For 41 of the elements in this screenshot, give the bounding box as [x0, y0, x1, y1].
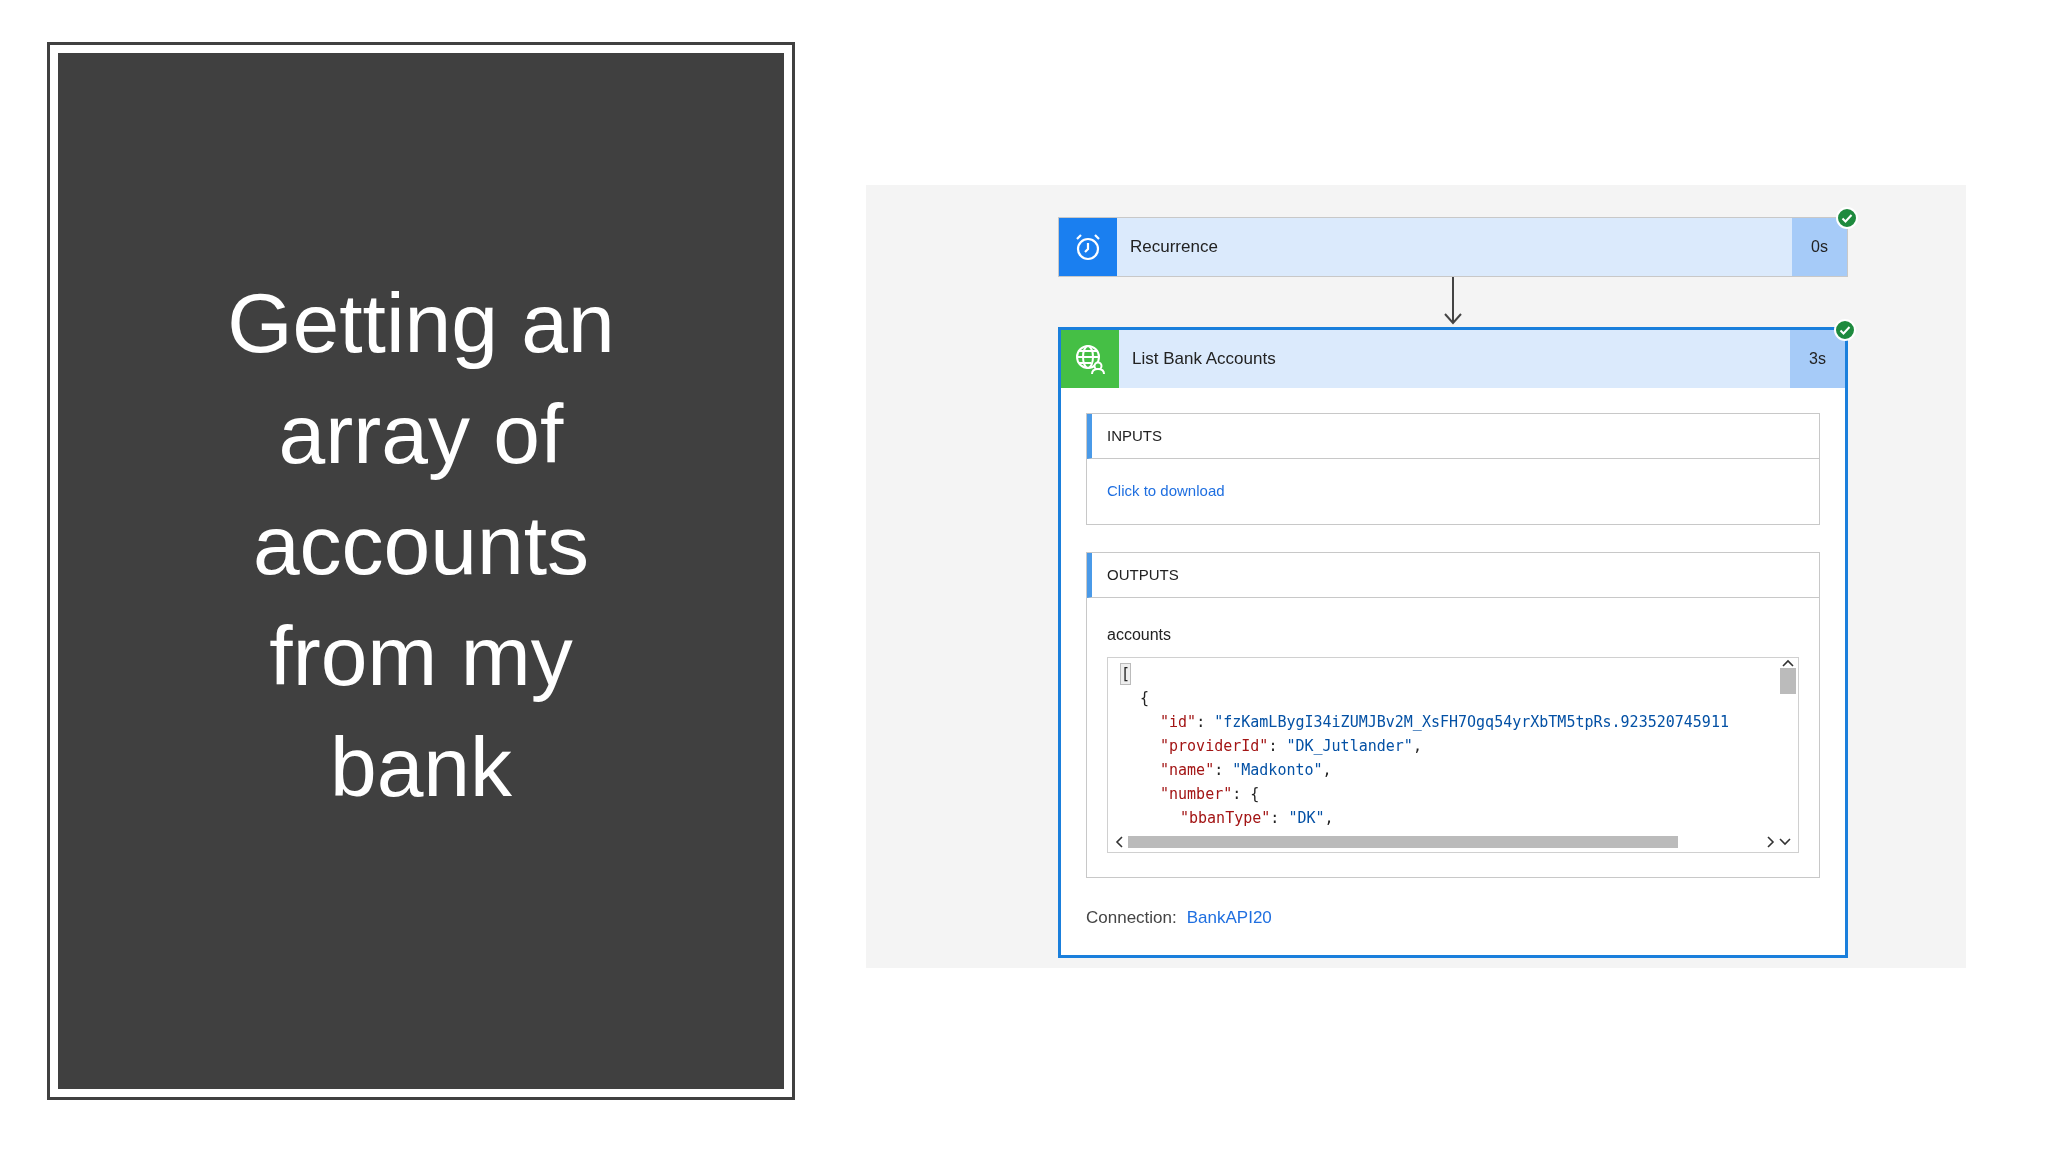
download-link[interactable]: Click to download — [1107, 480, 1225, 503]
scroll-left-icon[interactable] — [1114, 835, 1124, 849]
scroll-right-icon[interactable] — [1766, 835, 1776, 849]
section-heading: INPUTS — [1107, 425, 1162, 446]
code-token: : — [1268, 736, 1279, 756]
duration-badge: 3s — [1790, 330, 1845, 388]
section-heading: OUTPUTS — [1107, 564, 1179, 585]
code-token: : — [1214, 760, 1225, 780]
code-token: "name" — [1160, 760, 1215, 780]
slide-title: Getting an array of accounts from my bank — [226, 275, 616, 816]
step-header[interactable]: Recurrence 0s — [1059, 218, 1847, 276]
code-token: [ — [1120, 663, 1132, 685]
code-token: , — [1322, 760, 1332, 780]
connection-label: Connection: — [1086, 907, 1177, 929]
code-token: "providerId" — [1160, 736, 1269, 756]
field-label: accounts — [1107, 625, 1173, 645]
step-header[interactable]: List Bank Accounts 3s — [1061, 330, 1845, 388]
code-token: "Madkonto" — [1232, 760, 1323, 780]
duration-badge: 0s — [1792, 218, 1847, 276]
code-token: : { — [1232, 784, 1260, 804]
code-token: : — [1270, 808, 1281, 828]
code-token: "DK_Jutlander" — [1286, 736, 1413, 756]
globe-user-icon — [1061, 330, 1119, 388]
code-token: , — [1412, 736, 1422, 756]
code-token: "fzKamLBygI34iZUMJBv2M_XsFH7Ogq54yrXbTM5tpRs.923520745911 — [1214, 712, 1729, 732]
code-token: "id" — [1160, 712, 1197, 732]
step-title: List Bank Accounts — [1132, 348, 1277, 371]
code-token: : — [1196, 712, 1207, 732]
step-title: Recurrence — [1130, 236, 1219, 259]
connection-link[interactable]: BankAPI20 — [1186, 905, 1272, 931]
code-token: { — [1140, 688, 1150, 708]
scrollbar-thumb[interactable] — [1128, 836, 1678, 848]
scrollbar-thumb[interactable] — [1780, 668, 1796, 694]
scroll-down-icon[interactable] — [1778, 837, 1792, 847]
code-token: "number" — [1160, 784, 1233, 804]
alarm-clock-icon — [1059, 218, 1117, 276]
code-token: , — [1324, 808, 1334, 828]
scroll-up-icon[interactable] — [1781, 658, 1795, 668]
code-token: "bbanType" — [1180, 808, 1271, 828]
code-token: "DK" — [1288, 808, 1325, 828]
connector-arrow — [1443, 277, 1463, 327]
